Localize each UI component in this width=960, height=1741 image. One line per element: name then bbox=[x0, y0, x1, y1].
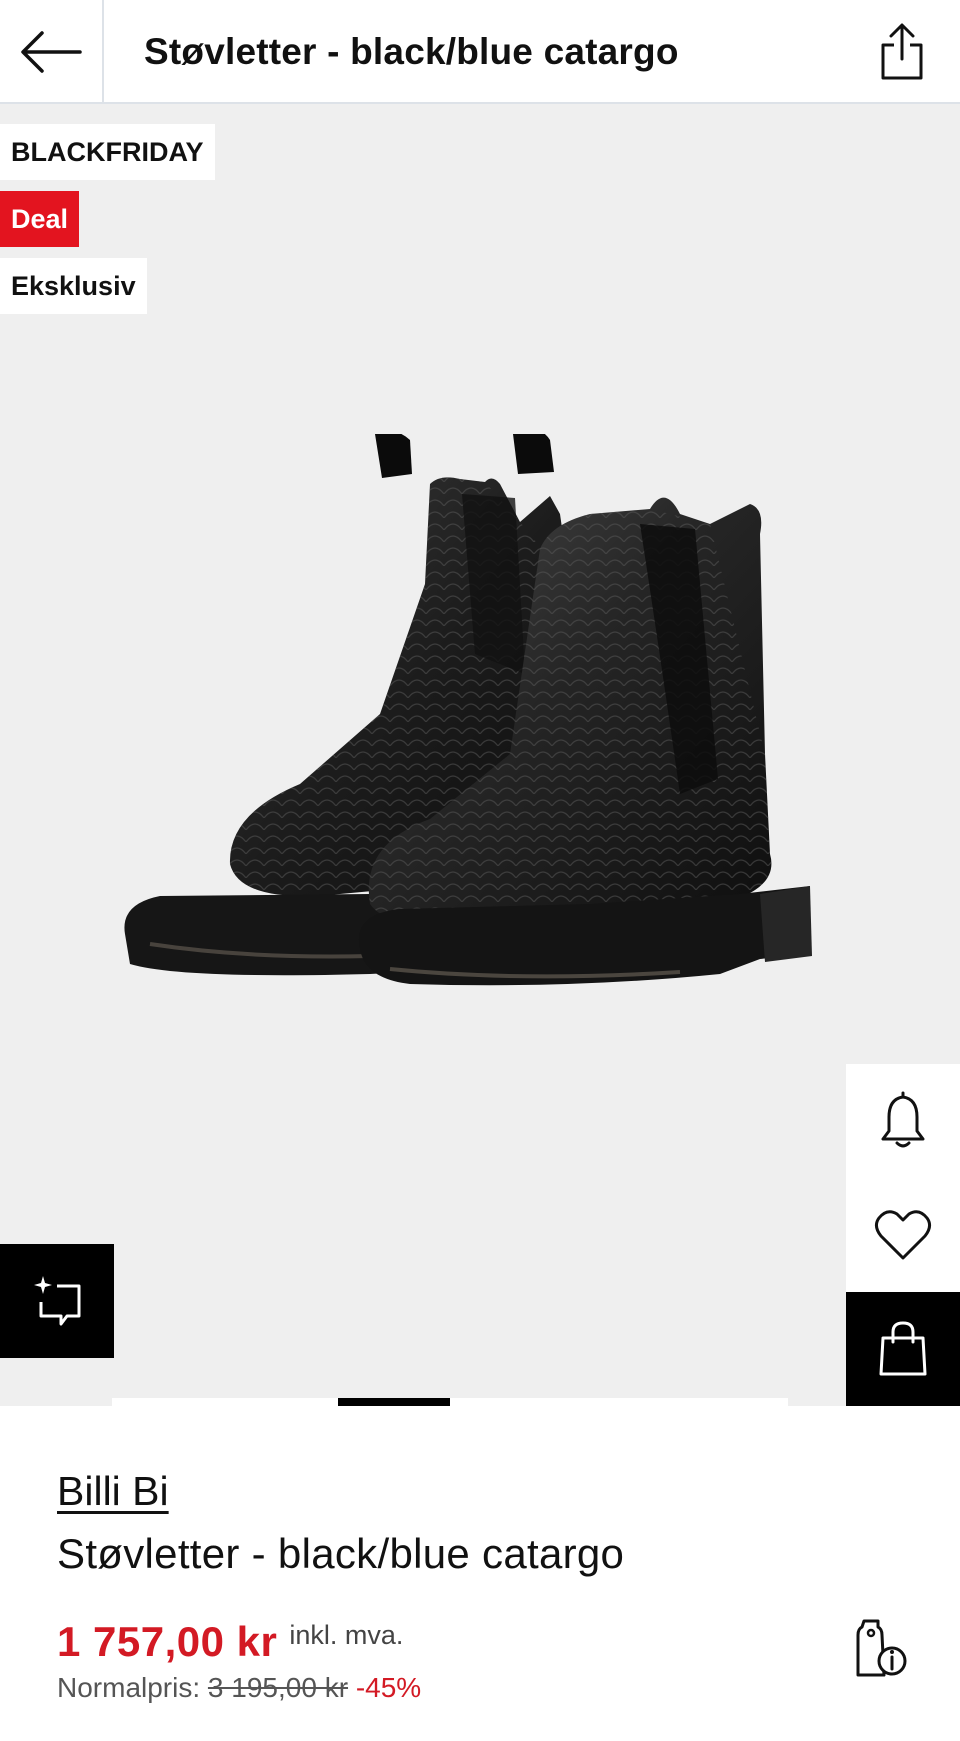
current-price: 1 757,00 kr bbox=[57, 1618, 278, 1665]
pager-indicator bbox=[338, 1398, 450, 1406]
price-info-button[interactable] bbox=[850, 1616, 910, 1680]
brand-link[interactable]: Billi Bi bbox=[57, 1468, 169, 1515]
badge-exclusive: Eksklusiv bbox=[0, 258, 147, 314]
product-info: Billi Bi Støvletter - black/blue catargo… bbox=[0, 1406, 960, 1741]
bell-icon bbox=[881, 1091, 925, 1148]
wishlist-button[interactable] bbox=[846, 1178, 960, 1292]
vat-note: inkl. mva. bbox=[289, 1620, 404, 1650]
back-button[interactable] bbox=[0, 0, 104, 104]
shopping-bag-icon bbox=[879, 1321, 927, 1376]
normal-price-label: Normalpris: bbox=[57, 1672, 201, 1703]
discount-percent: -45% bbox=[355, 1672, 422, 1703]
top-bar: Støvletter - black/blue catargo bbox=[0, 0, 960, 104]
heart-icon bbox=[874, 1210, 932, 1260]
image-pager[interactable] bbox=[0, 1398, 960, 1406]
product-name: Støvletter - black/blue catargo bbox=[57, 1530, 625, 1577]
price-row: 1 757,00 kr inkl. mva. bbox=[57, 1618, 403, 1666]
share-button[interactable] bbox=[870, 20, 934, 84]
badge-deal: Deal bbox=[0, 191, 80, 247]
sparkle-chat-icon bbox=[34, 1276, 81, 1326]
badge-blackfriday: BLACKFRIDAY bbox=[0, 124, 215, 180]
arrow-left-icon bbox=[21, 31, 82, 73]
product-image-gallery[interactable]: BLACKFRIDAY Deal Eksklusiv bbox=[0, 104, 960, 1406]
ai-assistant-button[interactable] bbox=[0, 1244, 114, 1358]
pager-track bbox=[112, 1398, 788, 1406]
product-image bbox=[124, 434, 812, 986]
normal-price-row: Normalpris: 3 195,00 kr -45% bbox=[57, 1672, 421, 1704]
price-tag-info-icon bbox=[856, 1619, 907, 1677]
price-alert-button[interactable] bbox=[846, 1064, 960, 1178]
page-title: Støvletter - black/blue catargo bbox=[144, 31, 679, 72]
normal-price: 3 195,00 kr bbox=[207, 1672, 349, 1703]
add-to-cart-button[interactable] bbox=[846, 1292, 960, 1406]
product-side-actions bbox=[846, 1064, 960, 1406]
share-icon bbox=[881, 23, 923, 80]
